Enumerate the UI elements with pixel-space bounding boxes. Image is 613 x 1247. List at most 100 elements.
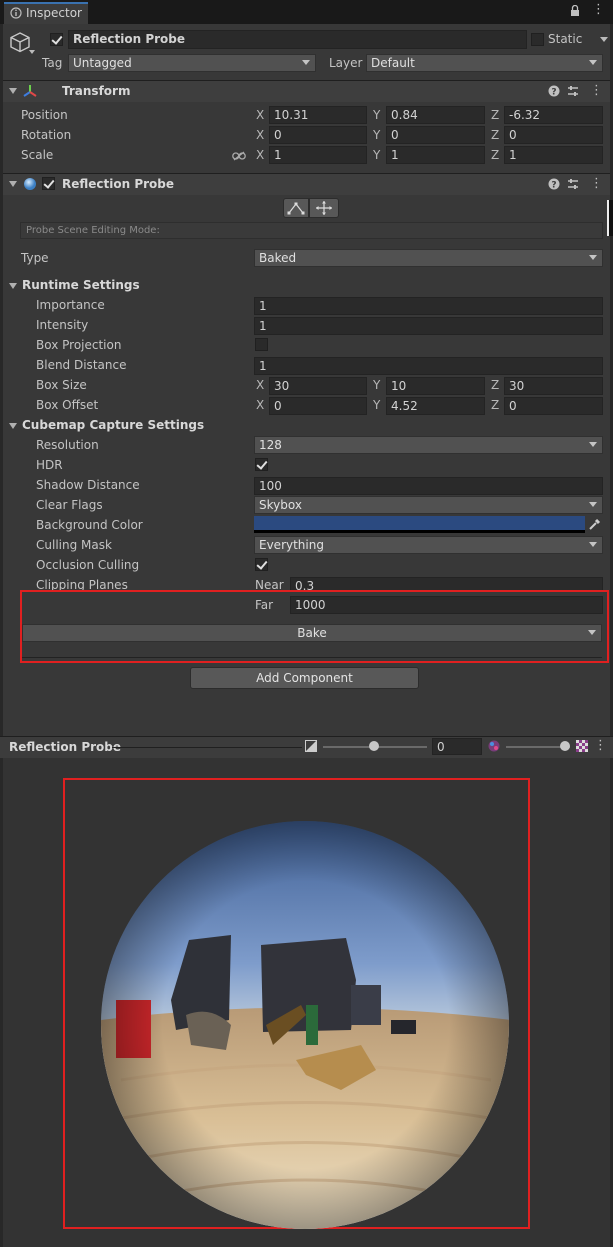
layer-dropdown[interactable]: Default xyxy=(366,54,603,72)
blend-distance-label: Blend Distance xyxy=(36,358,127,372)
chevron-down-icon xyxy=(589,255,597,260)
axis-y-label: Y xyxy=(373,398,381,412)
intensity-field[interactable]: 1 xyxy=(254,317,603,335)
culling-mask-dropdown[interactable]: Everything xyxy=(254,536,603,554)
preview-title: Reflection Probe xyxy=(9,740,122,754)
background-color-label: Background Color xyxy=(36,518,143,532)
rotation-z-field[interactable]: 0 xyxy=(504,126,603,144)
clear-flags-label: Clear Flags xyxy=(36,498,103,512)
edit-origin-button[interactable] xyxy=(309,198,339,218)
exposure-value-field[interactable]: 0 xyxy=(432,738,482,755)
chevron-down-icon xyxy=(589,60,597,65)
axis-z-label: Z xyxy=(491,128,500,142)
info-icon xyxy=(10,7,22,19)
rotation-y-field[interactable]: 0 xyxy=(386,126,485,144)
position-z-field[interactable]: -6.32 xyxy=(504,106,603,124)
box-size-y-field[interactable]: 10 xyxy=(386,377,485,395)
static-checkbox[interactable] xyxy=(531,33,544,46)
position-x-field[interactable]: 10.31 xyxy=(269,106,367,124)
edit-bounds-button[interactable] xyxy=(283,198,309,218)
probe-foldout-icon[interactable] xyxy=(9,181,17,187)
scale-y-field[interactable]: 1 xyxy=(386,146,485,164)
importance-label: Importance xyxy=(36,298,105,312)
shadow-distance-field[interactable]: 100 xyxy=(254,477,603,495)
highlight-box xyxy=(20,590,609,663)
box-offset-y-field[interactable]: 4.52 xyxy=(386,397,485,415)
clear-flags-value: Skybox xyxy=(259,498,302,512)
axis-z-label: Z xyxy=(491,378,500,392)
static-dropdown-arrow[interactable] xyxy=(600,37,608,42)
preview-drag-bar[interactable] xyxy=(112,747,302,748)
svg-text:?: ? xyxy=(551,88,556,98)
mip-slider-thumb[interactable] xyxy=(560,741,570,751)
kebab-menu-icon[interactable]: ⋮ xyxy=(592,3,605,17)
layer-label: Layer xyxy=(329,56,363,70)
probe-edit-mode-box: Probe Scene Editing Mode: xyxy=(20,222,603,239)
axis-y-label: Y xyxy=(373,148,381,162)
eyedropper-icon[interactable] xyxy=(588,517,602,534)
link-icon[interactable] xyxy=(232,150,246,164)
probe-enabled-checkbox[interactable] xyxy=(42,177,55,190)
presets-icon[interactable] xyxy=(567,178,579,193)
hdr-label: HDR xyxy=(36,458,63,472)
axis-x-label: X xyxy=(256,148,265,162)
help-icon[interactable]: ? xyxy=(548,85,560,100)
runtime-foldout-icon[interactable] xyxy=(9,283,17,289)
tab-bar: Inspector ⋮ xyxy=(0,0,613,24)
transform-foldout-icon[interactable] xyxy=(9,88,17,94)
resolution-dropdown[interactable]: 128 xyxy=(254,436,603,454)
occlusion-culling-checkbox[interactable] xyxy=(255,558,268,571)
mip-icon xyxy=(488,740,500,755)
probe-title: Reflection Probe xyxy=(62,177,175,191)
axis-x-label: X xyxy=(256,398,265,412)
clear-flags-dropdown[interactable]: Skybox xyxy=(254,496,603,514)
scale-z-field[interactable]: 1 xyxy=(504,146,603,164)
tab-inspector[interactable]: Inspector xyxy=(4,2,88,24)
importance-field[interactable]: 1 xyxy=(254,297,603,315)
box-projection-checkbox[interactable] xyxy=(255,338,268,351)
add-component-button[interactable]: Add Component xyxy=(190,667,419,689)
component-menu-icon[interactable]: ⋮ xyxy=(590,83,603,98)
type-value: Baked xyxy=(259,251,297,265)
presets-icon[interactable] xyxy=(567,85,579,100)
box-projection-label: Box Projection xyxy=(36,338,122,352)
reflection-probe-icon xyxy=(23,177,37,194)
tag-dropdown[interactable]: Untagged xyxy=(68,54,316,72)
icon-dropdown-arrow[interactable] xyxy=(29,50,35,54)
scale-label: Scale xyxy=(21,148,54,162)
preview-menu-icon[interactable]: ⋮ xyxy=(594,738,607,753)
exposure-icon xyxy=(305,740,317,755)
rotation-label: Rotation xyxy=(21,128,72,142)
lock-icon[interactable] xyxy=(570,4,580,20)
window-edge-handle[interactable] xyxy=(607,200,613,236)
gameobject-active-checkbox[interactable] xyxy=(50,33,63,46)
blend-distance-field[interactable]: 1 xyxy=(254,357,603,375)
gameobject-name-field[interactable]: Reflection Probe xyxy=(68,30,527,49)
component-menu-icon[interactable]: ⋮ xyxy=(590,176,603,191)
background-color-swatch[interactable] xyxy=(254,516,585,533)
type-label: Type xyxy=(21,251,49,265)
box-offset-x-field[interactable]: 0 xyxy=(269,397,367,415)
gameobject-cube-icon xyxy=(9,31,31,56)
tag-value: Untagged xyxy=(73,56,132,70)
cubemap-foldout-icon[interactable] xyxy=(9,423,17,429)
box-size-x-field[interactable]: 30 xyxy=(269,377,367,395)
position-y-field[interactable]: 0.84 xyxy=(386,106,485,124)
scale-x-field[interactable]: 1 xyxy=(269,146,367,164)
position-label: Position xyxy=(21,108,68,122)
rotation-x-field[interactable]: 0 xyxy=(269,126,367,144)
resolution-label: Resolution xyxy=(36,438,99,452)
cubemap-settings-title[interactable]: Cubemap Capture Settings xyxy=(22,418,204,432)
checker-icon[interactable] xyxy=(576,740,588,755)
axis-z-label: Z xyxy=(491,398,500,412)
box-size-z-field[interactable]: 30 xyxy=(504,377,603,395)
exposure-slider-thumb[interactable] xyxy=(369,741,379,751)
layer-value: Default xyxy=(371,56,415,70)
reflection-sphere-preview[interactable] xyxy=(101,820,511,1230)
box-offset-z-field[interactable]: 0 xyxy=(504,397,603,415)
help-icon[interactable]: ? xyxy=(548,178,560,193)
type-dropdown[interactable]: Baked xyxy=(254,249,603,267)
hdr-checkbox[interactable] xyxy=(255,458,268,471)
tag-label: Tag xyxy=(42,56,63,70)
runtime-settings-title[interactable]: Runtime Settings xyxy=(22,278,140,292)
